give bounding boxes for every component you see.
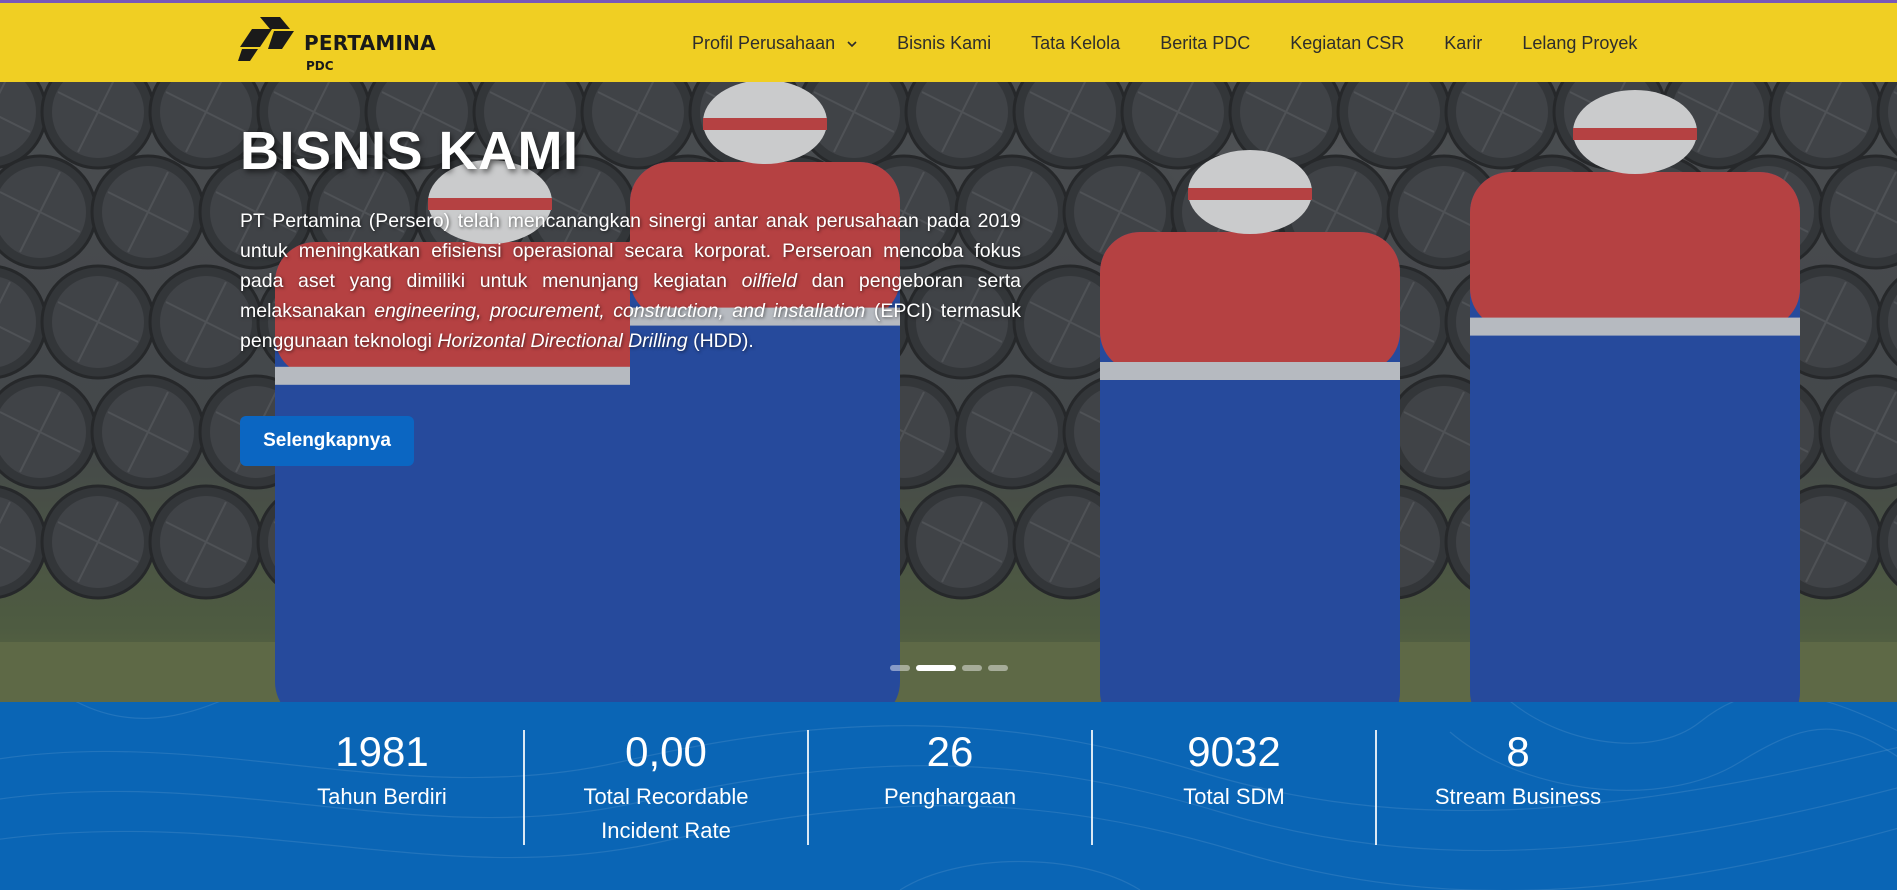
nav-item-label: Profil Perusahaan (692, 33, 836, 53)
stat-item: 9032 Total SDM (1092, 726, 1376, 814)
brand-sub: PDC (306, 59, 334, 73)
nav-item-profil-perusahaan[interactable]: Profil Perusahaan (692, 33, 857, 54)
chevron-down-icon (847, 40, 857, 47)
nav-item-karir[interactable]: Karir (1444, 33, 1482, 54)
stat-value: 1981 (335, 728, 429, 775)
hero-description: PT Pertamina (Persero) telah mencanangka… (240, 206, 1021, 356)
stat-label: Stream Business (1434, 784, 1602, 809)
hero-description-text: (HDD). (687, 330, 754, 352)
stat-item: 26 Penghargaan (808, 726, 1092, 814)
stat-label: Penghargaan (883, 784, 1017, 809)
nav-item-lelang-proyek[interactable]: Lelang Proyek (1522, 33, 1637, 54)
navbar: PERTAMINA PDC Profil Perusahaan Bisnis K… (0, 3, 1897, 82)
carousel-dot[interactable] (890, 665, 910, 671)
pertamina-logo-icon (238, 17, 294, 61)
stat-label: Total Recordable Incident Rate (583, 784, 749, 843)
stats-section: 1981 Tahun Berdiri 0,00 Total Recordable In… (0, 702, 1897, 890)
nav-item-tata-kelola[interactable]: Tata Kelola (1031, 33, 1120, 54)
carousel-dot[interactable] (988, 665, 1008, 671)
stat-item: 8 Stream Business (1376, 726, 1660, 814)
stat-label: Total SDM (1183, 784, 1285, 809)
nav-item-bisnis-kami[interactable]: Bisnis Kami (897, 33, 991, 54)
nav-item-kegiatan-csr[interactable]: Kegiatan CSR (1290, 33, 1404, 54)
stat-value: 0,00 (625, 728, 707, 775)
carousel-dot[interactable] (916, 665, 956, 671)
stat-value: 8 (1506, 728, 1530, 775)
nav-item-berita-pdc[interactable]: Berita PDC (1160, 33, 1250, 54)
hero-description-italic: oilfield (741, 270, 797, 292)
pertamina-logo[interactable]: PERTAMINA PDC (238, 15, 438, 75)
hero-title: BISNIS KAMI (240, 121, 579, 181)
stat-item: 1981 Tahun Berdiri (240, 726, 524, 814)
main-nav: Profil Perusahaan Bisnis Kami Tata Kelol… (692, 33, 1637, 54)
carousel-dot[interactable] (962, 665, 982, 671)
stat-value: 9032 (1187, 728, 1281, 775)
read-more-button[interactable]: Selengkapnya (240, 416, 414, 466)
hero-description-italic: Horizontal Directional Drilling (437, 330, 688, 352)
stat-item: 0,00 Total Recordable Incident Rate (524, 726, 808, 848)
stat-value: 26 (926, 728, 974, 775)
stat-label: Tahun Berdiri (317, 784, 447, 809)
hero-banner: BISNIS KAMI PT Pertamina (Persero) telah… (0, 82, 1897, 702)
carousel-indicators (890, 665, 1014, 671)
brand-name: PERTAMINA (304, 31, 436, 55)
hero-description-italic: engineering, procurement, construction, … (374, 300, 866, 322)
